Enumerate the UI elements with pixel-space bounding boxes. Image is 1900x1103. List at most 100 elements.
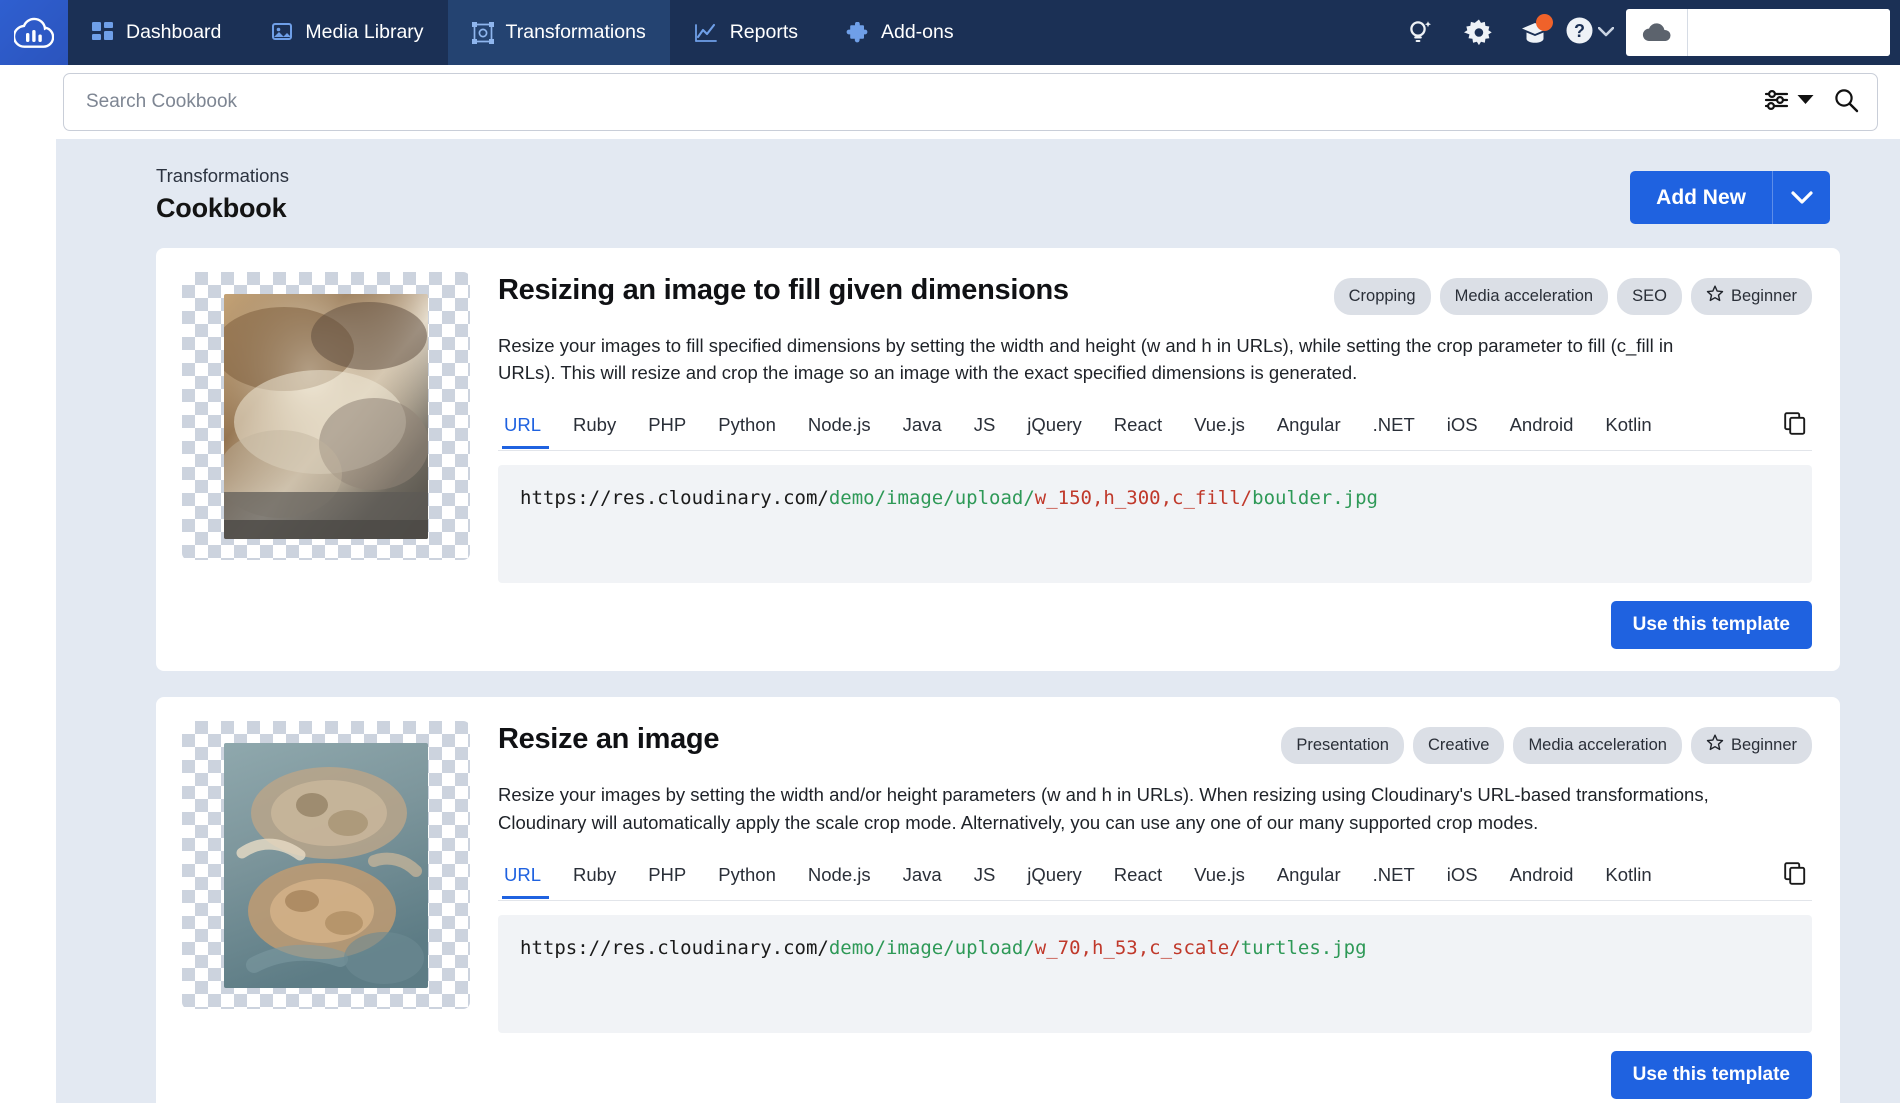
tab-python[interactable]: Python — [702, 414, 792, 448]
copy-icon — [1784, 862, 1806, 890]
tab-jquery[interactable]: jQuery — [1011, 414, 1098, 448]
tag[interactable]: Media acceleration — [1513, 727, 1682, 765]
tab-dotnet[interactable]: .NET — [1357, 414, 1431, 448]
tag[interactable]: Presentation — [1281, 727, 1404, 765]
card-description: Resize your images to fill specified dim… — [498, 335, 1674, 384]
help-question-icon: ? — [1565, 16, 1594, 50]
card-actions: Use this template — [498, 601, 1812, 650]
language-tabs: URL Ruby PHP Python Node.js Java JS jQue… — [498, 864, 1668, 899]
tab-android[interactable]: Android — [1494, 414, 1590, 448]
lightbulb-idea-icon[interactable] — [1391, 0, 1449, 65]
nav-item-label: Reports — [729, 21, 798, 43]
card-body: Resizing an image to fill given dimensio… — [498, 272, 1812, 650]
tab-kotlin[interactable]: Kotlin — [1589, 414, 1667, 448]
add-new-dropdown-toggle[interactable] — [1772, 171, 1830, 224]
tab-js[interactable]: JS — [958, 864, 1012, 898]
nav-item-label: Media Library — [305, 21, 424, 43]
tab-vuejs[interactable]: Vue.js — [1178, 864, 1261, 898]
tab-php[interactable]: PHP — [632, 414, 702, 448]
transform-icon — [471, 21, 494, 44]
image-icon — [269, 22, 293, 44]
star-icon — [1706, 734, 1724, 757]
tab-php[interactable]: PHP — [632, 864, 702, 898]
copy-code-button[interactable] — [1778, 862, 1812, 900]
graduation-cap-icon[interactable] — [1507, 0, 1565, 65]
tag-label: Cropping — [1348, 287, 1416, 305]
tab-jquery[interactable]: jQuery — [1011, 864, 1098, 898]
tab-nodejs[interactable]: Node.js — [792, 864, 887, 898]
nav-item-dashboard[interactable]: Dashboard — [68, 0, 245, 65]
nav-item-transformations[interactable]: Transformations — [447, 0, 670, 65]
nav-item-label: Transformations — [505, 21, 646, 43]
nav-item-media-library[interactable]: Media Library — [245, 0, 447, 65]
code-path: demo/image/upload/ — [828, 936, 1035, 959]
nav-item-label: Add-ons — [880, 21, 954, 43]
tab-angular[interactable]: Angular — [1261, 414, 1357, 448]
tag-difficulty[interactable]: Beginner — [1690, 727, 1812, 765]
turtles-thumbnail[interactable] — [182, 721, 470, 1010]
puzzle-icon — [846, 21, 869, 44]
filter-dropdown-button[interactable] — [1764, 88, 1815, 117]
tag-label: Beginner — [1730, 287, 1797, 305]
tab-url[interactable]: URL — [498, 864, 557, 899]
code-snippet[interactable]: https://res.cloudinary.com/demo/image/up… — [498, 465, 1812, 584]
svg-text:?: ? — [1574, 21, 1585, 41]
tag[interactable]: Creative — [1412, 727, 1505, 765]
search-submit-button[interactable] — [1833, 87, 1859, 118]
tab-ruby[interactable]: Ruby — [557, 864, 632, 898]
tab-kotlin[interactable]: Kotlin — [1589, 864, 1667, 898]
tab-angular[interactable]: Angular — [1261, 864, 1357, 898]
account-name-input[interactable] — [1688, 9, 1890, 56]
tag[interactable]: Cropping — [1333, 278, 1431, 315]
code-snippet[interactable]: https://res.cloudinary.com/demo/image/up… — [498, 914, 1812, 1033]
tab-url[interactable]: URL — [498, 414, 557, 450]
boulder-thumbnail[interactable] — [182, 272, 470, 560]
nav-item-reports[interactable]: Reports — [670, 0, 822, 65]
cloudinary-logo[interactable] — [0, 0, 68, 65]
nav-item-label: Dashboard — [126, 21, 222, 43]
use-this-template-button[interactable]: Use this template — [1610, 1050, 1812, 1099]
code-params: w_70,h_53,c_scale — [1034, 936, 1230, 959]
search-box[interactable] — [63, 73, 1878, 131]
add-new-button[interactable]: Add New — [1630, 171, 1830, 224]
tab-java[interactable]: Java — [887, 414, 958, 448]
tab-ios[interactable]: iOS — [1431, 414, 1494, 448]
tab-react[interactable]: React — [1098, 864, 1178, 898]
thumbnail-image — [224, 742, 428, 988]
card-title: Resize an image — [498, 723, 720, 756]
search-input[interactable] — [86, 91, 1764, 113]
tab-java[interactable]: Java — [887, 864, 958, 898]
cloudinary-logo-icon — [14, 17, 54, 48]
tag[interactable]: SEO — [1617, 278, 1682, 315]
tab-vuejs[interactable]: Vue.js — [1178, 414, 1261, 448]
tag-label: Creative — [1427, 736, 1490, 755]
tab-dotnet[interactable]: .NET — [1357, 864, 1431, 898]
tab-react[interactable]: React — [1098, 414, 1178, 448]
account-selector[interactable]: CC — [1626, 9, 1890, 56]
copy-code-button[interactable] — [1778, 412, 1812, 450]
grid-icon — [92, 21, 114, 44]
nav-item-addons[interactable]: Add-ons — [822, 0, 978, 65]
use-this-template-button[interactable]: Use this template — [1610, 601, 1812, 650]
tab-android[interactable]: Android — [1494, 864, 1590, 898]
content-inner: Transformations Cookbook Add New Resizin… — [56, 139, 1900, 1103]
recipe-card: Resizing an image to fill given dimensio… — [156, 248, 1840, 672]
tab-python[interactable]: Python — [702, 864, 792, 898]
tab-ruby[interactable]: Ruby — [557, 414, 632, 448]
card-description: Resize your images by setting the width … — [498, 784, 1709, 833]
card-actions: Use this template — [498, 1050, 1812, 1099]
tab-ios[interactable]: iOS — [1431, 864, 1494, 898]
tab-js[interactable]: JS — [958, 414, 1012, 448]
top-navigation-bar: Dashboard Media Library Transformations … — [0, 0, 1900, 65]
tag-difficulty[interactable]: Beginner — [1690, 278, 1812, 315]
tab-nodejs[interactable]: Node.js — [792, 414, 887, 448]
tag-list: Cropping Media acceleration SEO Beginner — [1333, 272, 1812, 315]
help-menu[interactable]: ? — [1565, 16, 1626, 50]
gear-settings-icon[interactable] — [1449, 0, 1507, 65]
notification-badge — [1536, 14, 1553, 31]
tag[interactable]: Media acceleration — [1439, 278, 1609, 315]
tag-label: Presentation — [1296, 736, 1389, 755]
nav-right-actions: ? CC — [1391, 0, 1900, 65]
page-title: Cookbook — [156, 193, 287, 223]
tag-label: Media acceleration — [1454, 287, 1594, 305]
